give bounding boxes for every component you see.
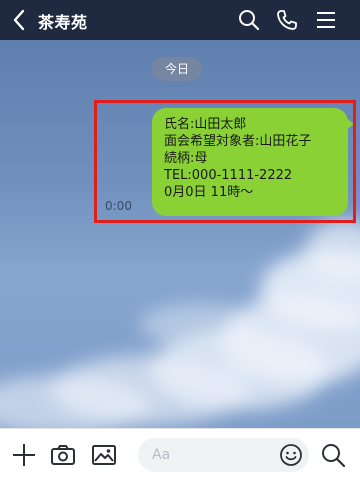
back-chevron-icon xyxy=(13,9,25,31)
chat-area[interactable]: 今日 0:00 氏名:山田太郎 面会希望対象者:山田花子 続柄:母 TEL:00… xyxy=(0,40,360,428)
plus-icon[interactable] xyxy=(11,442,37,468)
back-button[interactable] xyxy=(8,8,30,32)
message-line: 面会希望対象者:山田花子 xyxy=(164,134,312,149)
composer-bar xyxy=(0,428,360,480)
phone-icon[interactable] xyxy=(275,8,299,32)
message-line: 0月0日 11時～ xyxy=(164,185,254,200)
search-icon[interactable] xyxy=(320,442,346,468)
menu-icon[interactable] xyxy=(314,8,338,32)
message-line: 続柄:母 xyxy=(164,151,208,166)
camera-icon[interactable] xyxy=(50,442,76,468)
chat-title: 茶寿苑 xyxy=(38,13,88,32)
message-timestamp: 0:00 xyxy=(105,199,132,213)
background-clouds xyxy=(0,220,360,428)
image-icon[interactable] xyxy=(91,442,117,468)
message-line: TEL:000-1111-2222 xyxy=(164,168,293,183)
chat-header: 茶寿苑 xyxy=(0,0,360,40)
bubble-tail xyxy=(346,118,354,130)
search-icon[interactable] xyxy=(237,8,261,32)
date-separator: 今日 xyxy=(152,57,202,81)
emoji-icon[interactable] xyxy=(279,443,303,467)
message-line: 氏名:山田太郎 xyxy=(164,117,247,132)
message-bubble[interactable]: 氏名:山田太郎 面会希望対象者:山田花子 続柄:母 TEL:000-1111-2… xyxy=(152,108,348,216)
